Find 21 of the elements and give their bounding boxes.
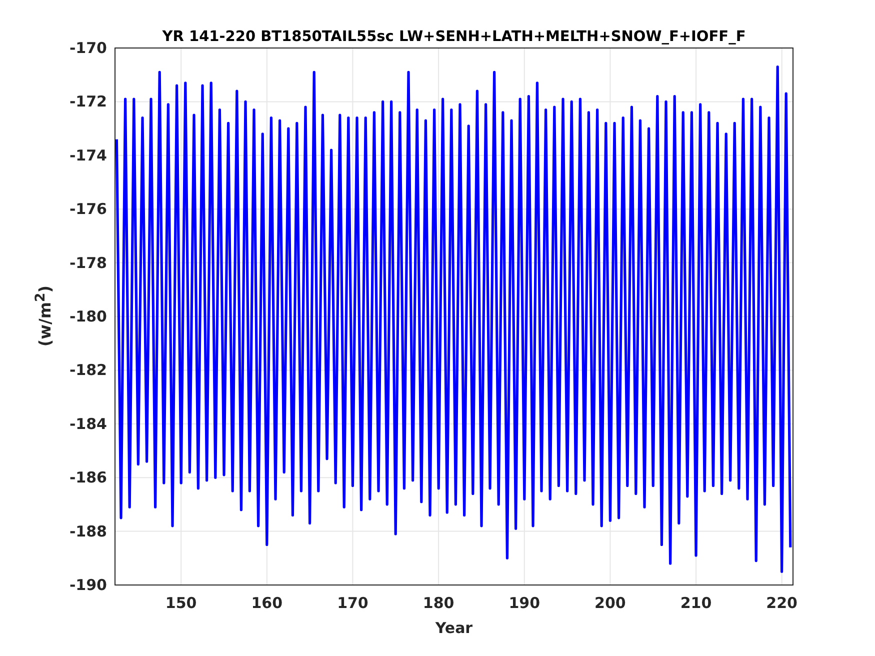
axis-tick-label: 200 — [594, 594, 626, 612]
axis-tick-label: -178 — [69, 254, 107, 272]
axis-tick-label: -186 — [69, 468, 107, 487]
axis-tick-label: -170 — [69, 39, 107, 57]
axis-label: Year — [435, 619, 473, 637]
axis-tick-label: 150 — [165, 594, 197, 612]
axis-tick-label: 170 — [337, 594, 368, 612]
axis-tick-label: -190 — [69, 576, 107, 594]
axis-tick-label: 220 — [766, 594, 798, 612]
axis-tick-label: 190 — [508, 594, 540, 612]
axis-tick-label: -184 — [69, 414, 107, 433]
axis-tick-label: 210 — [680, 594, 712, 612]
axis-tick-label: -182 — [69, 361, 107, 380]
axis-tick-label: 160 — [251, 594, 283, 612]
axis-tick-label: -176 — [69, 200, 107, 218]
axis-tick-label: -174 — [69, 146, 107, 164]
chart-title: YR 141-220 BT1850TAIL55sc LW+SENH+LATH+MELTH+SNOW_F+IOFF_F — [162, 29, 746, 45]
axis-tick-label: -172 — [69, 92, 107, 111]
axis-tick-label: -180 — [69, 308, 107, 326]
axis-tick-label: -188 — [69, 522, 107, 540]
axis-tick-label: 180 — [422, 594, 454, 612]
